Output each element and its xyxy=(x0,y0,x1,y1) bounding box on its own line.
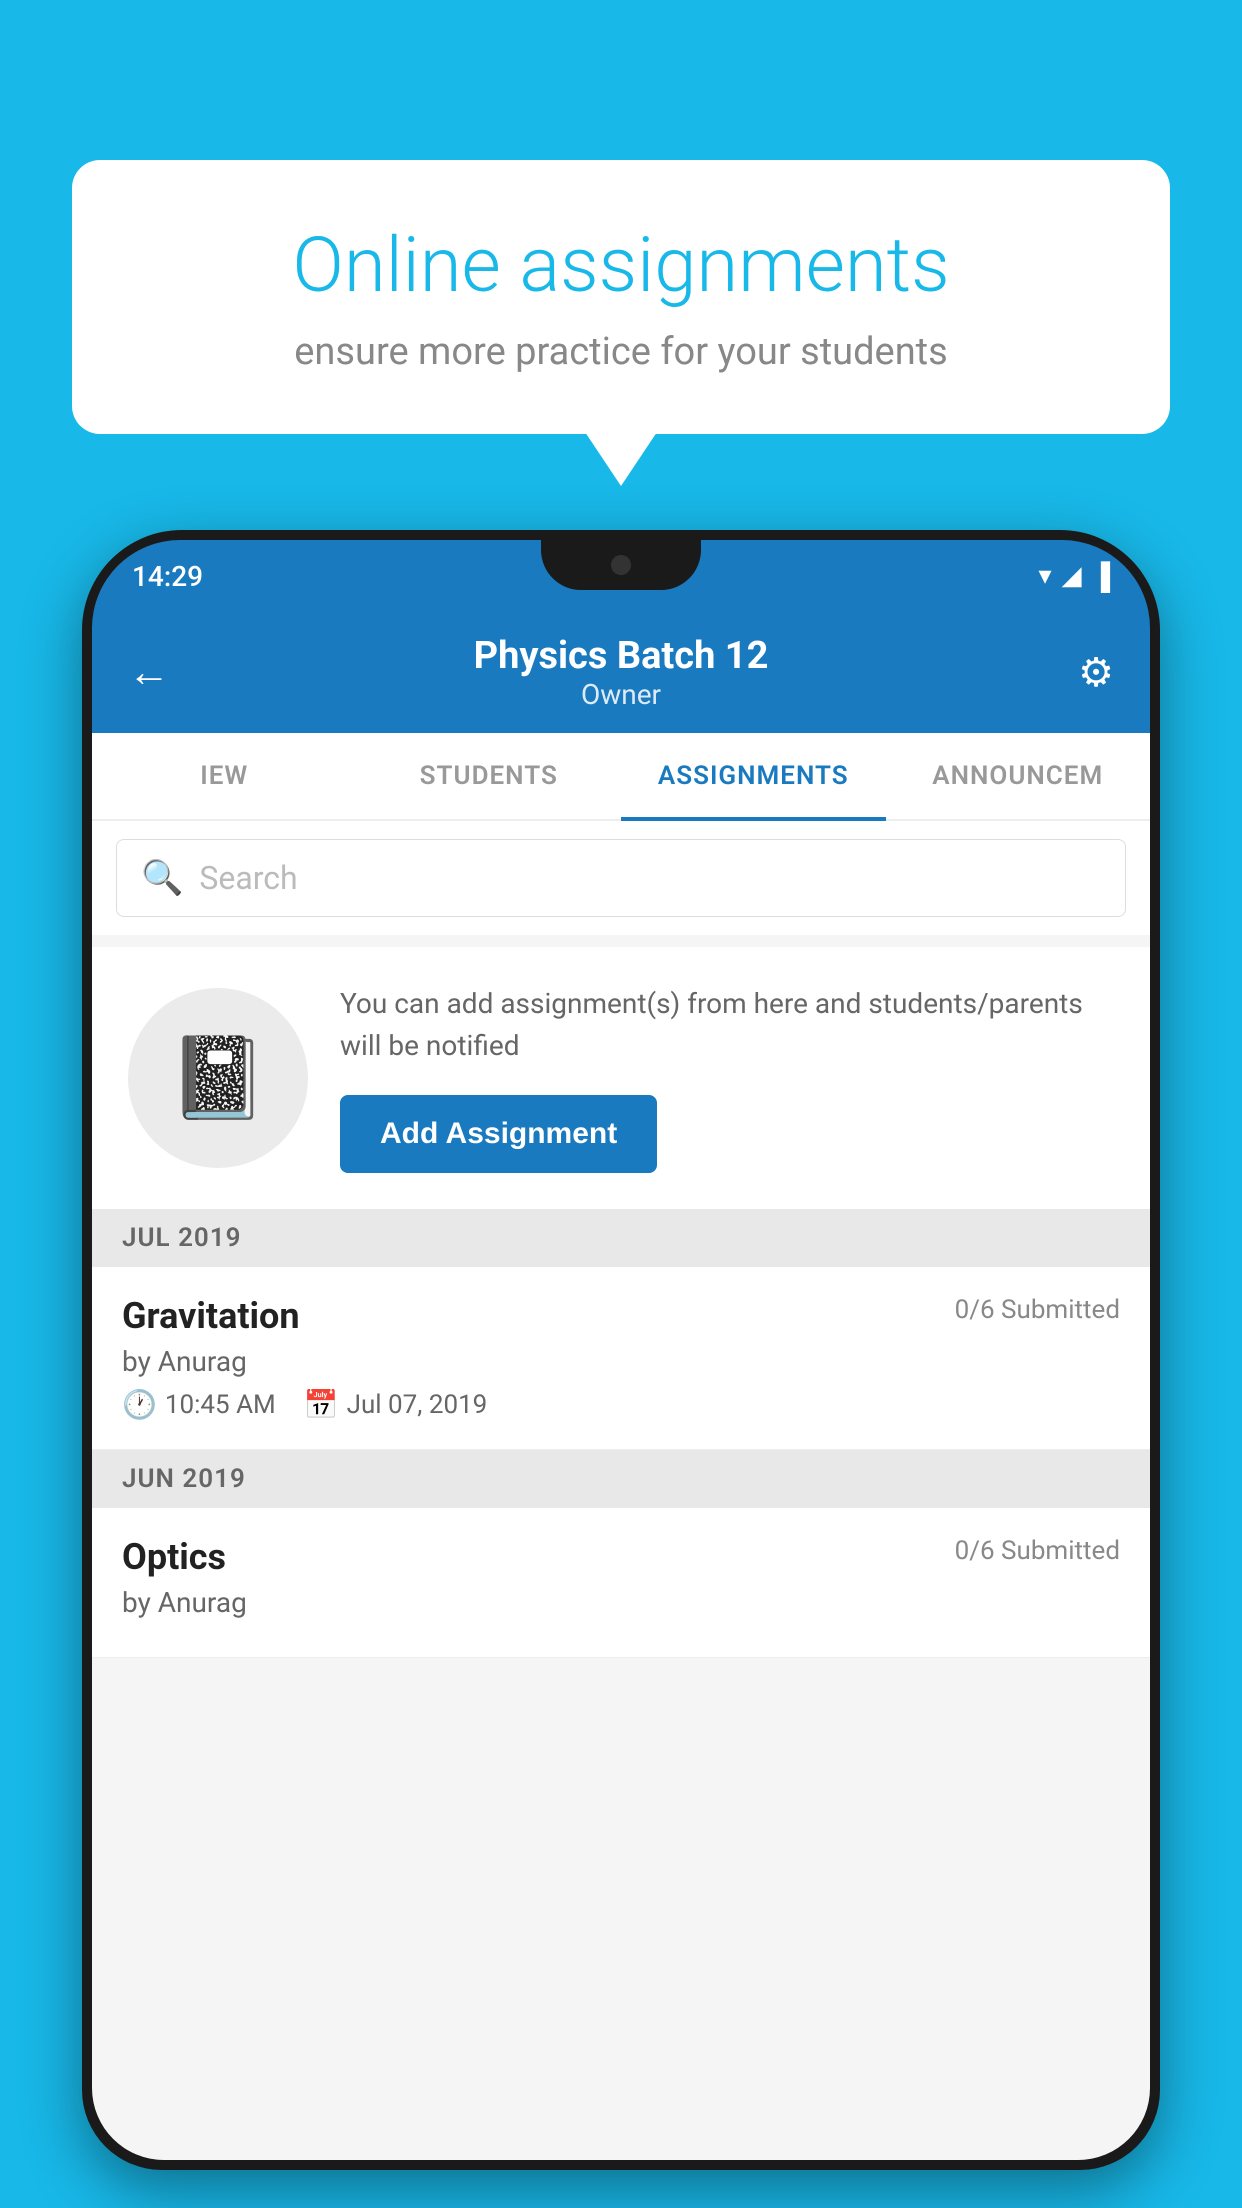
assignment-name: Gravitation xyxy=(122,1295,300,1337)
tab-announcements[interactable]: ANNOUNCEM xyxy=(886,733,1151,819)
calendar-icon: 📅 xyxy=(304,1388,339,1421)
tab-assignments[interactable]: ASSIGNMENTS xyxy=(621,733,886,819)
assignment-promo: 📓 You can add assignment(s) from here an… xyxy=(92,947,1150,1209)
assignment-by: by Anurag xyxy=(122,1345,1120,1378)
assignment-by-optics: by Anurag xyxy=(122,1586,1120,1619)
notch xyxy=(541,540,701,590)
search-placeholder: Search xyxy=(199,859,297,897)
tabs-bar: IEW STUDENTS ASSIGNMENTS ANNOUNCEM xyxy=(92,733,1150,821)
assignment-top: Gravitation 0/6 Submitted xyxy=(122,1295,1120,1337)
assignment-item-gravitation[interactable]: Gravitation 0/6 Submitted by Anurag 🕐 10… xyxy=(92,1267,1150,1450)
meta-time: 🕐 10:45 AM xyxy=(122,1388,276,1421)
search-icon: 🔍 xyxy=(141,858,183,898)
wifi-icon: ▾ xyxy=(1039,561,1052,591)
status-bar: 14:29 ▾ ◢ ▐ xyxy=(92,540,1150,612)
screen-content: 🔍 Search 📓 You can add assignment(s) fro… xyxy=(92,821,1150,2160)
assignment-submitted: 0/6 Submitted xyxy=(955,1295,1120,1325)
month-separator-jul: JUL 2019 xyxy=(92,1209,1150,1267)
promo-text: You can add assignment(s) from here and … xyxy=(340,983,1114,1067)
app-header: ← Physics Batch 12 Owner ⚙ xyxy=(92,612,1150,733)
phone-wrapper: 14:29 ▾ ◢ ▐ ← Physics Batch 12 Owner ⚙ xyxy=(82,530,1160,2208)
header-title-block: Physics Batch 12 Owner xyxy=(474,634,769,711)
assignment-date: Jul 07, 2019 xyxy=(347,1390,488,1420)
bubble-subtitle: ensure more practice for your students xyxy=(142,330,1100,374)
meta-date: 📅 Jul 07, 2019 xyxy=(304,1388,488,1421)
speech-bubble: Online assignments ensure more practice … xyxy=(72,160,1170,434)
battery-icon: ▐ xyxy=(1092,561,1110,592)
phone-inner: 14:29 ▾ ◢ ▐ ← Physics Batch 12 Owner ⚙ xyxy=(92,540,1150,2160)
search-bar-container: 🔍 Search xyxy=(92,821,1150,935)
month-separator-jun: JUN 2019 xyxy=(92,1450,1150,1508)
assignment-name-optics: Optics xyxy=(122,1536,226,1578)
phone-frame: 14:29 ▾ ◢ ▐ ← Physics Batch 12 Owner ⚙ xyxy=(82,530,1160,2170)
batch-subtitle: Owner xyxy=(474,678,769,711)
camera-dot xyxy=(611,555,631,575)
settings-icon[interactable]: ⚙ xyxy=(1054,649,1114,696)
status-time: 14:29 xyxy=(132,560,203,593)
notebook-icon: 📓 xyxy=(168,1031,268,1125)
promo-icon-circle: 📓 xyxy=(128,988,308,1168)
clock-icon: 🕐 xyxy=(122,1388,157,1421)
add-assignment-button[interactable]: Add Assignment xyxy=(340,1095,657,1173)
back-button[interactable]: ← xyxy=(128,648,188,697)
assignment-top-optics: Optics 0/6 Submitted xyxy=(122,1536,1120,1578)
status-icons: ▾ ◢ ▐ xyxy=(1039,561,1110,592)
assignment-submitted-optics: 0/6 Submitted xyxy=(955,1536,1120,1566)
promo-right: You can add assignment(s) from here and … xyxy=(340,983,1114,1173)
tab-students[interactable]: STUDENTS xyxy=(357,733,622,819)
bubble-title: Online assignments xyxy=(142,220,1100,310)
assignment-time: 10:45 AM xyxy=(165,1390,276,1420)
signal-icon: ◢ xyxy=(1062,561,1082,591)
assignment-item-optics[interactable]: Optics 0/6 Submitted by Anurag xyxy=(92,1508,1150,1658)
batch-title: Physics Batch 12 xyxy=(474,634,769,678)
assignment-meta: 🕐 10:45 AM 📅 Jul 07, 2019 xyxy=(122,1388,1120,1421)
search-bar[interactable]: 🔍 Search xyxy=(116,839,1126,917)
tab-iew[interactable]: IEW xyxy=(92,733,357,819)
